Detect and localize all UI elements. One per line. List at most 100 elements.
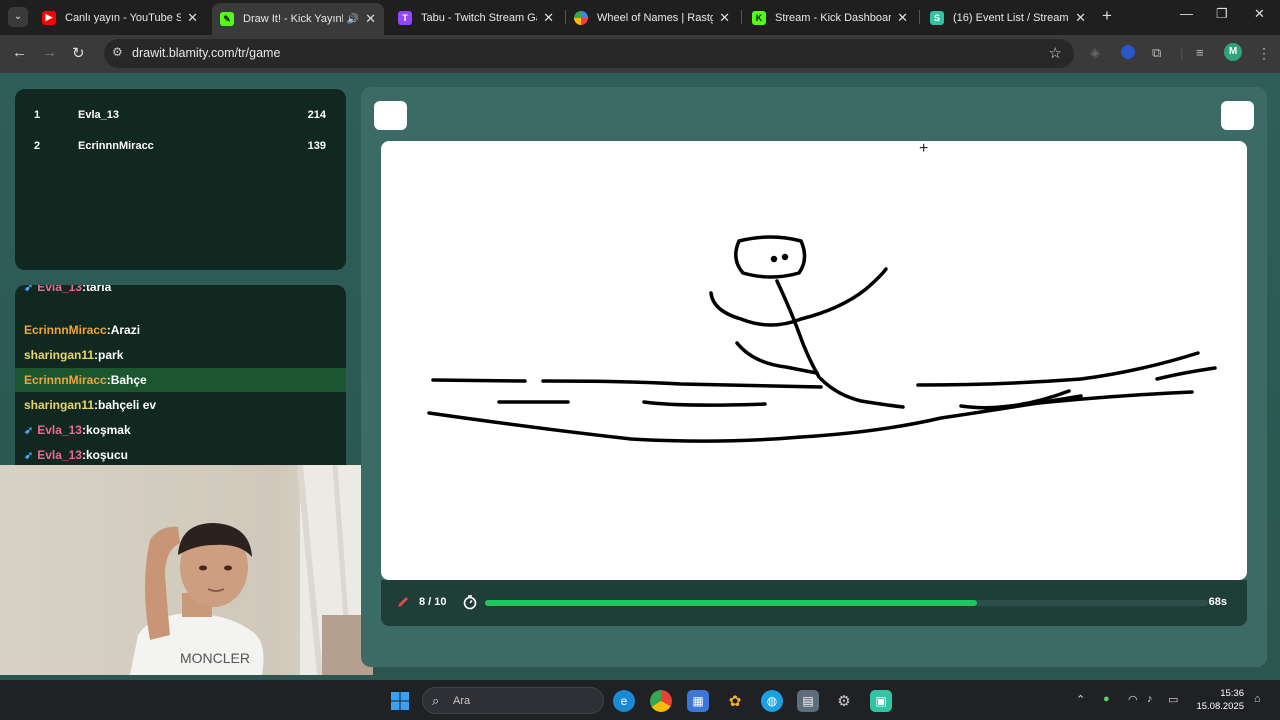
bookmark-star-icon[interactable]: ☆ [1049, 44, 1062, 62]
sword-badge-icon: ➶ [24, 450, 34, 462]
stick-figure-body [775, 279, 821, 379]
tab-tabu-twitch[interactable]: T Tabu - Twitch Stream Games ✕ [390, 3, 562, 32]
kick-icon: K [752, 10, 766, 25]
right-toolbar-button[interactable] [1221, 101, 1254, 130]
stick-figure-head [734, 235, 807, 279]
sketch-drawing [427, 235, 1217, 443]
game-page: 1 Evla_13 214 2 EcrinnnMiracc 139 ➶ Evla_… [0, 73, 1280, 680]
tab-wheel-of-names[interactable]: Wheel of Names | Rastgele ✕ [566, 3, 738, 32]
menu-dots-icon[interactable]: ⋮ [1257, 45, 1271, 62]
clock-date: 15.08.2025 [1196, 701, 1244, 712]
edge-icon[interactable]: e [613, 690, 635, 712]
chat-username: Evla_13 [37, 448, 82, 462]
chat-message: sharingan11:bahçeli ev [24, 398, 157, 412]
close-tab-icon[interactable]: ✕ [719, 10, 730, 26]
chrome-icon[interactable] [650, 690, 672, 712]
chat-username: EcrinnnMiracc [24, 323, 107, 337]
chat-text: park [98, 348, 124, 362]
chat-message: ➶ Evla_13:koşmak [24, 423, 131, 437]
streamlabs-app-icon[interactable]: ▣ [870, 690, 892, 712]
internet-icon[interactable]: ◍ [761, 690, 783, 712]
minimize-icon[interactable]: — [1180, 6, 1193, 21]
chat-message: ➶ Evla_13:tarla [15, 285, 346, 299]
stopwatch-icon [463, 595, 477, 610]
system-clock[interactable]: 15:36 15.08.2025 [1190, 687, 1244, 713]
extension-badge-icon[interactable] [1121, 45, 1135, 59]
tray-expand-icon[interactable]: ⌃ [1076, 693, 1085, 706]
notification-bell-icon[interactable]: ⌂ [1254, 693, 1261, 705]
drawing-canvas[interactable]: + [381, 141, 1247, 580]
pencil-icon [398, 597, 408, 607]
settings-icon[interactable]: ⚙ [833, 690, 855, 712]
extensions-puzzle-icon[interactable]: ⧉ [1152, 45, 1161, 61]
taskbar-search[interactable]: ⌕ Ara [422, 687, 604, 714]
calculator-icon[interactable]: ▤ [797, 690, 819, 712]
close-tab-icon[interactable]: ✕ [365, 11, 376, 27]
tab-youtube-studio[interactable]: ▶ Canlı yayın - YouTube Studio ✕ [34, 3, 206, 32]
tab-kick-dashboard[interactable]: K Stream - Kick Dashboard ✕ [744, 3, 916, 32]
tab-title: Canlı yayın - YouTube Studio [65, 11, 182, 24]
chat-message-correct: EcrinnnMiracc:Bahçe [15, 368, 346, 392]
twitch-icon: T [398, 10, 412, 25]
site-info-icon[interactable]: ⚙ [112, 45, 123, 59]
toolbar-divider: | [1180, 45, 1184, 60]
chat-username: Evla_13 [37, 285, 82, 294]
player-name: Evla_13 [78, 109, 119, 121]
restore-icon[interactable]: ❐ [1216, 6, 1228, 22]
leaderboard: 1 Evla_13 214 2 EcrinnnMiracc 139 [15, 89, 346, 270]
tab-search-button[interactable]: ⌄ [8, 7, 28, 27]
speaker-icon[interactable]: 🔊 [347, 14, 359, 25]
tab-draw-it[interactable]: ✎ Draw It! - Kick Yayınları 🔊 ✕ [212, 3, 384, 35]
tab-streamlabs[interactable]: S (16) Event List / Streamlabs ✕ [922, 3, 1094, 32]
chat-text: tarla [85, 285, 112, 294]
chat-text: koşmak [85, 423, 131, 437]
extension-icon[interactable]: ◈ [1090, 45, 1100, 61]
back-icon[interactable]: ← [12, 44, 27, 61]
leaderboard-row: 2 EcrinnnMiracc 139 [15, 140, 346, 160]
player-score: 214 [307, 109, 326, 121]
chat-username: Evla_13 [37, 423, 82, 437]
new-tab-button[interactable]: + [1102, 6, 1112, 26]
pinned-app-icon[interactable]: ✿ [724, 690, 746, 712]
windows-start-icon[interactable] [389, 690, 411, 712]
ground-line [1155, 366, 1217, 381]
volume-icon[interactable]: ♪ [1147, 693, 1153, 705]
microphone-icon[interactable]: ● [1103, 693, 1110, 705]
clock-time: 15:36 [1220, 688, 1244, 699]
stick-figure-arms [709, 267, 888, 327]
forward-icon[interactable]: → [42, 44, 57, 61]
player-name: EcrinnnMiracc [78, 140, 154, 152]
wifi-icon[interactable]: ◠ [1128, 693, 1138, 706]
player-rank: 2 [34, 140, 41, 152]
svg-text:MONCLER: MONCLER [180, 650, 250, 666]
tab-divider [919, 10, 920, 24]
chat-text: Bahçe [110, 373, 147, 387]
sword-badge-icon: ➶ [24, 285, 34, 294]
tab-divider [741, 10, 742, 24]
wheel-icon [574, 10, 588, 25]
game-panel: + 8 / 10 68s [361, 87, 1267, 667]
profile-avatar[interactable]: M [1224, 43, 1242, 61]
tab-title: Stream - Kick Dashboard [775, 11, 892, 24]
ground-line [642, 400, 767, 407]
time-progress-bar [485, 600, 1208, 606]
close-tab-icon[interactable]: ✕ [897, 10, 908, 26]
battery-icon[interactable]: ▭ [1168, 693, 1178, 706]
chat-text: Arazi [110, 323, 141, 337]
close-tab-icon[interactable]: ✕ [1075, 10, 1086, 26]
close-window-icon[interactable]: ✕ [1254, 6, 1265, 22]
close-tab-icon[interactable]: ✕ [187, 10, 198, 26]
media-controls-icon[interactable]: ≡ [1196, 45, 1204, 60]
reload-icon[interactable]: ↻ [72, 44, 85, 62]
drawit-icon: ✎ [220, 12, 234, 26]
browser-tab-bar: ⌄ ▶ Canlı yayın - YouTube Studio ✕ ✎ Dra… [0, 0, 1280, 35]
store-icon[interactable]: ▦ [687, 690, 709, 712]
player-score: 139 [307, 140, 326, 152]
close-tab-icon[interactable]: ✕ [543, 10, 554, 26]
chat-username: sharingan11 [24, 398, 95, 412]
stick-figure-eye [770, 255, 778, 263]
time-remaining: 68s [1208, 596, 1227, 608]
left-toolbar-button[interactable] [374, 101, 407, 130]
address-bar[interactable]: ⚙ drawit.blamity.com/tr/game ☆ [104, 39, 1074, 68]
crosshair-cursor-icon: + [919, 141, 929, 157]
